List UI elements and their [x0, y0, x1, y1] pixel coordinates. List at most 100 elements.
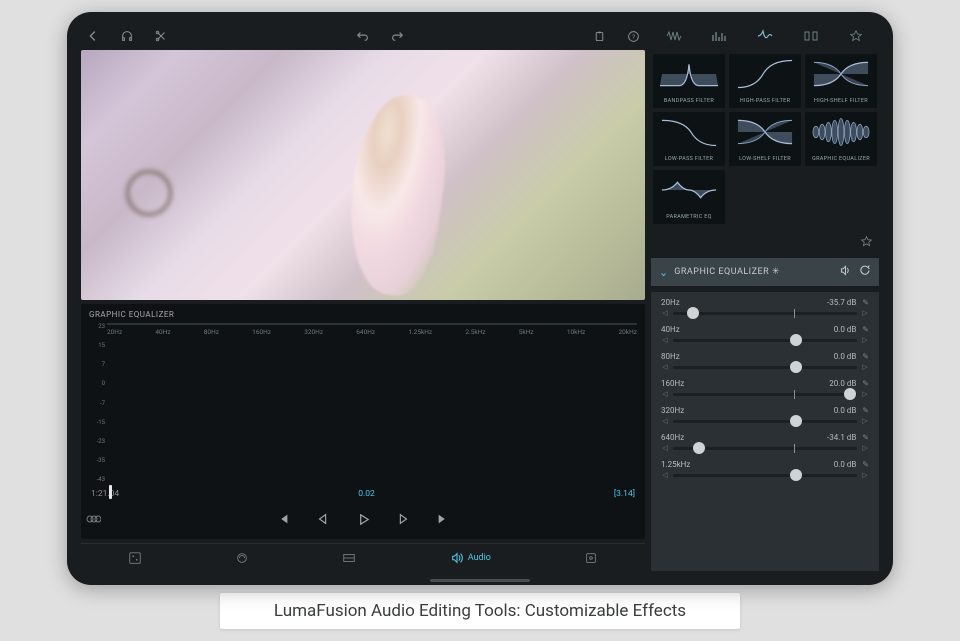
slider-thumb[interactable]	[693, 442, 705, 454]
slider-track[interactable]	[673, 447, 857, 450]
tab-levels-icon[interactable]	[711, 28, 727, 44]
slider-thumb[interactable]	[687, 307, 699, 319]
filter-presets: BANDPASS FILTERHIGH-PASS FILTERHIGH-SHEL…	[651, 52, 879, 226]
slider-track[interactable]	[673, 420, 857, 423]
play-button[interactable]	[354, 510, 372, 528]
edit-icon[interactable]: ✎	[860, 352, 869, 361]
slider-thumb[interactable]	[790, 334, 802, 346]
step-forward-button[interactable]	[394, 510, 412, 528]
nudge-left-icon[interactable]: ◁	[661, 417, 669, 425]
back-button[interactable]	[85, 28, 101, 44]
tab-clip[interactable]	[128, 551, 142, 565]
tab-filter-icon[interactable]	[757, 28, 773, 44]
skip-end-button[interactable]	[434, 510, 452, 528]
nudge-right-icon[interactable]: ▷	[861, 444, 869, 452]
preset-high-pass-filter[interactable]: HIGH-PASS FILTER	[729, 54, 801, 108]
effect-panel-title: GRAPHIC EQUALIZER ✳	[674, 267, 833, 277]
band-640Hz: 640Hz-34.1 dB ✎ ◁ ▷	[651, 429, 879, 456]
redo-button[interactable]	[389, 28, 405, 44]
eq-title: GRAPHIC EQUALIZER	[89, 310, 637, 319]
band-1.25kHz: 1.25kHz0.0 dB ✎ ◁ ▷	[651, 456, 879, 483]
slider-track[interactable]	[673, 393, 857, 396]
undo-button[interactable]	[355, 28, 371, 44]
edit-icon[interactable]: ✎	[860, 298, 869, 307]
nudge-left-icon[interactable]: ◁	[661, 471, 669, 479]
svg-text:?: ?	[631, 32, 634, 40]
time-current: 1:21.04	[91, 489, 119, 499]
home-indicator	[430, 579, 530, 582]
loop-icon[interactable]	[85, 510, 101, 529]
tab-fx-icon[interactable]	[803, 28, 819, 44]
step-back-button[interactable]	[314, 510, 332, 528]
band-80Hz: 80Hz0.0 dB ✎ ◁ ▷	[651, 348, 879, 375]
tab-audio[interactable]: Audio	[450, 551, 491, 565]
nudge-right-icon[interactable]: ▷	[861, 417, 869, 425]
tab-info[interactable]	[584, 551, 598, 565]
inspector-tabs	[651, 26, 879, 46]
top-toolbar: ?	[81, 26, 645, 46]
equalizer-section: GRAPHIC EQUALIZER 231570-7-15-23-35-43	[81, 304, 645, 539]
nudge-left-icon[interactable]: ◁	[661, 363, 669, 371]
preset-parametric-eq[interactable]: PARAMETRIC EQ	[653, 170, 725, 224]
band-40Hz: 40Hz0.0 dB ✎ ◁ ▷	[651, 321, 879, 348]
bottom-tabs: Audio	[81, 543, 645, 571]
favorites-row	[651, 232, 879, 252]
nudge-left-icon[interactable]: ◁	[661, 309, 669, 317]
nudge-left-icon[interactable]: ◁	[661, 336, 669, 344]
nudge-left-icon[interactable]: ◁	[661, 390, 669, 398]
edit-icon[interactable]: ✎	[860, 406, 869, 415]
slider-track[interactable]	[673, 312, 857, 315]
slider-track[interactable]	[673, 339, 857, 342]
tab-favorite-icon[interactable]	[848, 28, 864, 44]
edit-icon[interactable]: ✎	[860, 433, 869, 442]
slider-thumb[interactable]	[790, 415, 802, 427]
nudge-right-icon[interactable]: ▷	[861, 363, 869, 371]
band-320Hz: 320Hz0.0 dB ✎ ◁ ▷	[651, 402, 879, 429]
edit-icon[interactable]: ✎	[860, 379, 869, 388]
preset-low-shelf-filter[interactable]: LOW-SHELF FILTER	[729, 112, 801, 166]
video-preview[interactable]	[81, 50, 645, 300]
time-duration: [3.14]	[614, 489, 635, 499]
headphones-icon[interactable]	[119, 28, 135, 44]
slider-thumb[interactable]	[790, 469, 802, 481]
band-160Hz: 160Hz20.0 dB ✎ ◁ ▷	[651, 375, 879, 402]
slider-thumb[interactable]	[790, 361, 802, 373]
tab-waveform-icon[interactable]	[666, 28, 682, 44]
nudge-right-icon[interactable]: ▷	[861, 336, 869, 344]
chevron-down-icon[interactable]: ⌄	[659, 266, 668, 279]
nudge-right-icon[interactable]: ▷	[861, 471, 869, 479]
caption: LumaFusion Audio Editing Tools: Customiz…	[220, 593, 740, 629]
slider-thumb[interactable]	[844, 388, 856, 400]
eq-x-axis: 20Hz40Hz80Hz160Hz320Hz640Hz1.25kHz2.5kHz…	[107, 325, 637, 339]
preset-graphic-equalizer[interactable]: GRAPHIC EQUALIZER	[805, 112, 877, 166]
edit-icon[interactable]: ✎	[860, 460, 869, 469]
nudge-right-icon[interactable]: ▷	[861, 309, 869, 317]
help-icon[interactable]: ?	[625, 28, 641, 44]
nudge-right-icon[interactable]: ▷	[861, 390, 869, 398]
playhead[interactable]	[109, 485, 112, 499]
reset-icon[interactable]	[858, 264, 871, 280]
eq-band-sliders: 20Hz-35.7 dB ✎ ◁ ▷40Hz0.0 dB ✎ ◁ ▷80Hz0.…	[651, 292, 879, 571]
speaker-icon[interactable]	[839, 264, 852, 280]
timeline[interactable]: 1:21.04 0.02 [3.14]	[89, 483, 637, 505]
eq-y-axis: 231570-7-15-23-35-43	[89, 323, 105, 483]
preset-high-shelf-filter[interactable]: HIGH-SHELF FILTER	[805, 54, 877, 108]
effect-panel-header[interactable]: ⌄ GRAPHIC EQUALIZER ✳	[651, 258, 879, 286]
slider-track[interactable]	[673, 474, 857, 477]
scissors-icon[interactable]	[153, 28, 169, 44]
clipboard-icon[interactable]	[591, 28, 607, 44]
tab-color[interactable]	[235, 551, 249, 565]
eq-graph[interactable]	[107, 323, 637, 325]
slider-track[interactable]	[673, 366, 857, 369]
preset-bandpass-filter[interactable]: BANDPASS FILTER	[653, 54, 725, 108]
app-window: ? GRAPHIC EQUALIZER 231570-7-15-23-35-43	[67, 12, 893, 585]
preset-low-pass-filter[interactable]: LOW-PASS FILTER	[653, 112, 725, 166]
nudge-left-icon[interactable]: ◁	[661, 444, 669, 452]
band-20Hz: 20Hz-35.7 dB ✎ ◁ ▷	[651, 294, 879, 321]
skip-start-button[interactable]	[274, 510, 292, 528]
edit-icon[interactable]: ✎	[860, 325, 869, 334]
transport-controls	[89, 505, 637, 533]
main-panel: ? GRAPHIC EQUALIZER 231570-7-15-23-35-43	[81, 26, 645, 571]
tab-frame[interactable]	[342, 551, 356, 565]
star-icon[interactable]	[860, 233, 873, 252]
